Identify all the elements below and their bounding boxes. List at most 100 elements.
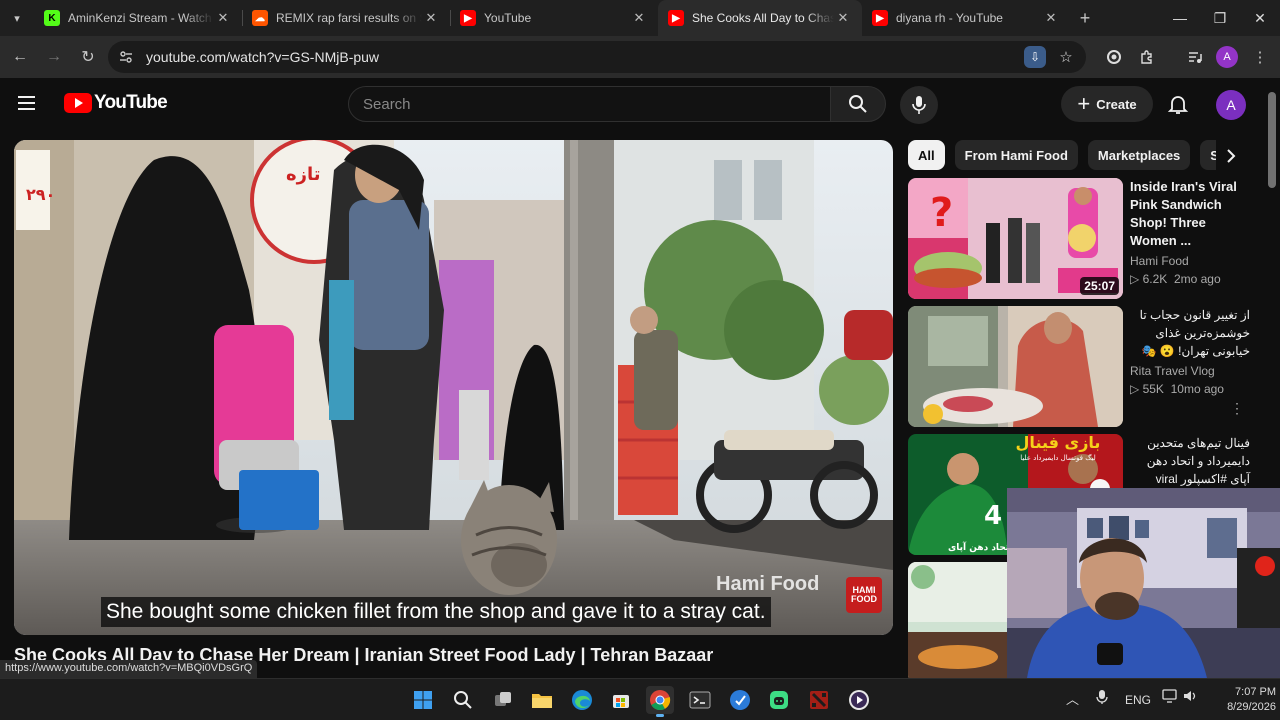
video-thumbnail[interactable] — [908, 306, 1123, 427]
clock-time: 7:07 PM — [1235, 686, 1276, 698]
view-count: 6.2K — [1142, 272, 1168, 286]
svg-text:?: ? — [930, 190, 953, 236]
account-avatar[interactable]: A — [1216, 90, 1246, 120]
terminal-icon[interactable] — [686, 686, 714, 714]
windows-taskbar: ︿ ENG 7:07 PM 8/29/2026 — [0, 678, 1280, 720]
address-bar[interactable]: youtube.com/watch?v=GS-NMjB-puw ⇩ ☆ — [108, 41, 1086, 73]
edge-icon[interactable] — [568, 686, 596, 714]
store-icon[interactable] — [607, 686, 635, 714]
close-tab-icon[interactable]: ✕ — [214, 10, 232, 26]
windows-start-icon[interactable] — [409, 686, 437, 714]
page-scrollbar[interactable] — [1268, 92, 1276, 188]
tray-overflow-icon[interactable]: ︿ — [1066, 689, 1079, 708]
views-icon: ▷ — [1130, 272, 1140, 286]
youtube-logo[interactable]: YouTube — [64, 92, 168, 114]
extensions-puzzle-icon[interactable] — [1131, 41, 1163, 73]
browser-profile-avatar[interactable]: A — [1216, 46, 1238, 68]
youtube-logo-text: YouTube — [94, 92, 168, 113]
site-info-icon[interactable] — [112, 49, 140, 65]
video-title[interactable]: از تغییر قانون حجاب تا خوشمزه‌ترین غذای … — [1130, 306, 1250, 360]
menu-icon[interactable] — [18, 92, 46, 116]
tab-title: AminKenzi Stream - Watch Liv — [68, 11, 214, 25]
close-tab-icon[interactable]: ✕ — [630, 10, 648, 26]
video-duration: 25:07 — [1080, 277, 1119, 295]
volume-icon[interactable] — [1183, 689, 1199, 706]
search-icon[interactable] — [449, 686, 477, 714]
views-icon: ▷ — [1130, 382, 1140, 396]
network-icon[interactable] — [1162, 689, 1178, 706]
dota-icon[interactable] — [805, 686, 833, 714]
thumb-title: بازی فینال — [1016, 434, 1101, 452]
browser-tab[interactable]: ▶ diyana rh - YouTube ✕ — [862, 0, 1070, 36]
search-icon — [849, 95, 867, 113]
browser-tab[interactable]: ☁ REMIX rap farsi results on Sou✕ — [242, 0, 450, 36]
close-tab-icon[interactable]: ✕ — [1042, 10, 1060, 26]
chips-next-icon[interactable] — [1216, 142, 1246, 170]
install-app-icon[interactable]: ⇩ — [1024, 46, 1046, 68]
browser-tab[interactable]: K AminKenzi Stream - Watch Liv✕ — [34, 0, 242, 36]
minimize-icon[interactable]: — — [1160, 0, 1200, 36]
video-frame: ۲۹۰ تازه — [14, 140, 893, 635]
upload-age: 2mo ago — [1173, 272, 1221, 286]
close-tab-icon[interactable]: ✕ — [834, 10, 852, 26]
browser-toolbar: ← → ↻ youtube.com/watch?v=GS-NMjB-puw ⇩ … — [0, 36, 1280, 78]
task-view-icon[interactable] — [489, 686, 517, 714]
url-text[interactable]: youtube.com/watch?v=GS-NMjB-puw — [146, 49, 1024, 65]
svg-text:۲۹۰: ۲۹۰ — [26, 185, 55, 204]
forward-icon[interactable]: → — [38, 41, 70, 73]
system-clock[interactable]: 7:07 PM 8/29/2026 — [1200, 685, 1276, 715]
file-explorer-icon[interactable] — [528, 686, 556, 714]
chip-marketplaces[interactable]: Marketplaces — [1087, 140, 1191, 170]
create-button[interactable]: + Create — [1061, 86, 1153, 122]
youtube-play-icon — [64, 93, 92, 113]
bookmark-star-icon[interactable]: ☆ — [1052, 43, 1080, 71]
close-tab-icon[interactable]: ✕ — [422, 10, 440, 26]
video-player[interactable]: ۲۹۰ تازه — [14, 140, 893, 635]
restore-icon[interactable]: ❐ — [1200, 0, 1240, 36]
tab-title: diyana rh - YouTube — [896, 11, 1003, 25]
search-button[interactable] — [830, 86, 886, 122]
close-window-icon[interactable]: ✕ — [1240, 0, 1280, 36]
plus-icon: + — [1077, 91, 1091, 116]
channel-name[interactable]: Hami Food — [1130, 254, 1250, 268]
soundcloud-icon: ☁ — [252, 10, 268, 26]
chrome-icon[interactable] — [646, 686, 674, 717]
voice-search-button[interactable] — [900, 86, 938, 124]
browser-menu-icon[interactable]: ⋮ — [1244, 41, 1276, 73]
language-indicator[interactable]: ENG — [1125, 693, 1151, 707]
microphone-icon — [912, 96, 926, 114]
chip-from-hami-food[interactable]: From Hami Food — [954, 140, 1078, 170]
recommendation-item[interactable]: ? 25:07 Inside Iran's Viral Pink Sandwic… — [908, 178, 1246, 300]
chip-all[interactable]: All — [908, 140, 945, 170]
channel-name[interactable]: Rita Travel Vlog — [1130, 364, 1250, 378]
tab-search-button[interactable]: ▾ — [0, 0, 34, 36]
notifications-bell-icon[interactable] — [1166, 92, 1192, 118]
video-thumbnail[interactable]: ? 25:07 — [908, 178, 1123, 299]
youtube-icon: ▶ — [668, 10, 684, 26]
vscode-icon[interactable] — [726, 686, 754, 714]
recommendation-item[interactable]: از تغییر قانون حجاب تا خوشمزه‌ترین غذای … — [908, 306, 1250, 428]
more-actions-icon[interactable]: ⋮ — [1230, 400, 1244, 417]
channel-watermark-logo[interactable]: HAMI FOOD — [846, 577, 882, 613]
video-title[interactable]: Inside Iran's Viral Pink Sandwich Shop! … — [1130, 178, 1250, 250]
media-controls-icon[interactable] — [1179, 41, 1211, 73]
microphone-tray-icon[interactable] — [1096, 689, 1108, 708]
browser-tab[interactable]: ▶ YouTube ✕ — [450, 0, 658, 36]
reload-icon[interactable]: ↻ — [72, 41, 104, 73]
link-status-bar: https://www.youtube.com/watch?v=MBQi0VDs… — [0, 660, 258, 678]
extension-circle-icon[interactable] — [1098, 41, 1130, 73]
recommendation-chips: All From Hami Food Marketplaces St — [908, 140, 1216, 172]
kick-icon: K — [44, 10, 60, 26]
clock-date: 8/29/2026 — [1227, 701, 1276, 713]
youtube-header: YouTube + Create A — [0, 78, 1280, 130]
browser-tab[interactable]: ▶ She Cooks All Day to Chase He✕ — [658, 0, 862, 36]
create-label: Create — [1096, 96, 1137, 112]
new-tab-button[interactable]: + — [1070, 8, 1100, 29]
video-stats: ▷ 6.2K 2mo ago — [1130, 272, 1250, 286]
search-input[interactable] — [349, 87, 830, 121]
chip-partial[interactable]: St — [1200, 140, 1216, 170]
back-icon[interactable]: ← — [4, 41, 36, 73]
media-player-icon[interactable] — [845, 686, 873, 714]
thumb-team: اتحاد دهن آپای — [948, 541, 1012, 553]
android-icon[interactable] — [765, 686, 793, 714]
